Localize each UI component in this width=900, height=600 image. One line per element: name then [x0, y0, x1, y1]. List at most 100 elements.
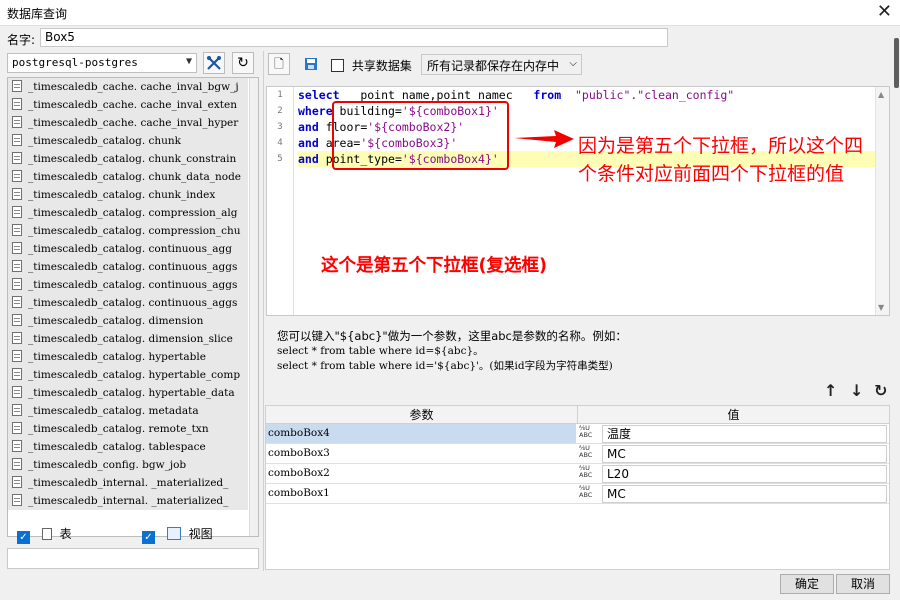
chevron-down-icon[interactable]: ⌵ [569, 58, 577, 69]
list-item[interactable]: _timescaledb_cache. cache_inval_bgw_j [8, 78, 248, 96]
table-icon [12, 296, 22, 308]
list-item[interactable]: _timescaledb_catalog. continuous_aggs [8, 258, 248, 276]
table-list[interactable]: _timescaledb_cache. cache_inval_bgw_j _ti… [7, 77, 259, 537]
param-value-input[interactable]: 温度 [602, 425, 887, 443]
scrollbar-thumb[interactable] [894, 38, 899, 88]
param-name[interactable]: comboBox3 [266, 444, 576, 463]
param-value-input[interactable]: L20 [602, 465, 887, 483]
list-item[interactable]: _timescaledb_catalog. chunk [8, 132, 248, 150]
table-name: _timescaledb_catalog. continuous_aggs [28, 261, 238, 273]
list-item[interactable]: _timescaledb_catalog. dimension [8, 312, 248, 330]
show-tables-checkbox[interactable]: ✓ [17, 531, 30, 544]
table-name: _timescaledb_catalog. continuous_aggs [28, 297, 238, 309]
line-number: 3 [277, 122, 283, 132]
list-item[interactable]: _timescaledb_catalog. hypertable_comp [8, 366, 248, 384]
list-item[interactable]: _timescaledb_internal. _materialized_ [8, 474, 248, 492]
list-item[interactable]: _timescaledb_catalog. continuous_aggs [8, 276, 248, 294]
param-value-input[interactable]: MC [602, 445, 887, 463]
table-list-scrollbar[interactable] [249, 78, 258, 536]
list-item[interactable]: _timescaledb_catalog. dimension_slice [8, 330, 248, 348]
param-name[interactable]: comboBox2 [266, 464, 576, 483]
table-name: _timescaledb_catalog. chunk_constrain [28, 153, 237, 165]
code-token: and [298, 136, 319, 150]
move-down-icon[interactable]: ↓ [850, 381, 863, 400]
table-name: _timescaledb_catalog. chunk_data_node [28, 171, 241, 183]
table-icon [12, 422, 22, 434]
chevron-down-icon[interactable]: ▼ [186, 56, 192, 67]
refresh-params-icon[interactable]: ↻ [874, 381, 887, 400]
table-icon [41, 528, 52, 540]
show-views-checkbox[interactable]: ✓ [142, 531, 155, 544]
line-number: 1 [277, 90, 283, 100]
window-scrollbar[interactable] [892, 26, 900, 600]
table-icon [12, 314, 22, 326]
connection-select[interactable]: postgresql-postgres ▼ [7, 53, 197, 73]
text-type-icon[interactable]: ⅍U ABC [579, 485, 599, 502]
table-row[interactable]: comboBox4 ⅍U ABC 温度 [266, 424, 889, 444]
list-item[interactable]: _timescaledb_cache. cache_inval_exten [8, 96, 248, 114]
table-name: _timescaledb_catalog. compression_chu [28, 225, 241, 237]
table-row[interactable]: comboBox3 ⅍U ABC MC [266, 444, 889, 464]
text-type-icon[interactable]: ⅍U ABC [579, 425, 599, 442]
text-type-icon[interactable]: ⅍U ABC [579, 445, 599, 462]
window-title: 数据库查询 [7, 7, 68, 21]
list-item[interactable]: _timescaledb_catalog. continuous_aggs [8, 294, 248, 312]
list-item[interactable]: _timescaledb_config. bgw_job [8, 456, 248, 474]
ok-button[interactable]: 确定 [780, 574, 834, 594]
list-item[interactable]: _timescaledb_catalog. chunk_index [8, 186, 248, 204]
panel-splitter[interactable] [263, 51, 264, 571]
table-name: _timescaledb_internal. _materialized_ [28, 477, 229, 489]
list-item[interactable]: _timescaledb_catalog. hypertable_data [8, 384, 248, 402]
code-token: "public"."clean_config" [574, 88, 735, 102]
share-dataset-option[interactable]: 共享数据集 [331, 57, 412, 74]
scroll-up-icon[interactable]: ▲ [878, 90, 884, 99]
table-icon [12, 116, 22, 128]
table-name: _timescaledb_catalog. chunk [28, 135, 182, 147]
list-item[interactable]: _timescaledb_catalog. compression_alg [8, 204, 248, 222]
param-value-input[interactable]: MC [602, 485, 887, 503]
refresh-button[interactable]: ↻ [232, 52, 254, 74]
list-item[interactable]: _timescaledb_catalog. chunk_constrain [8, 150, 248, 168]
code-token: from [533, 88, 562, 102]
list-item[interactable]: _timescaledb_catalog. metadata [8, 402, 248, 420]
table-icon [12, 476, 22, 488]
list-item[interactable]: _timescaledb_internal. _materialized_ [8, 492, 248, 510]
list-item[interactable]: _timescaledb_catalog. remote_txn [8, 420, 248, 438]
table-filter-input[interactable] [7, 548, 259, 569]
list-item[interactable]: _timescaledb_catalog. tablespace [8, 438, 248, 456]
cancel-button[interactable]: 取消 [836, 574, 890, 594]
show-views-option[interactable]: ✓ 视图 [142, 525, 213, 544]
editor-scrollbar[interactable]: ▲ ▼ [875, 87, 889, 315]
param-name[interactable]: comboBox1 [266, 484, 576, 503]
text-type-icon[interactable]: ⅍U ABC [579, 465, 599, 482]
connect-tools-button[interactable] [203, 52, 225, 74]
view-icon [166, 527, 181, 540]
close-icon[interactable]: ✕ [877, 1, 892, 23]
move-up-icon[interactable]: ↑ [824, 381, 837, 400]
table-name: _timescaledb_cache. cache_inval_hyper [28, 117, 239, 129]
table-row[interactable]: comboBox2 ⅍U ABC L20 [266, 464, 889, 484]
table-icon [12, 134, 22, 146]
list-item[interactable]: _timescaledb_catalog. hypertable [8, 348, 248, 366]
share-dataset-checkbox[interactable] [331, 59, 344, 72]
name-input[interactable]: Box5 [40, 28, 668, 47]
param-name[interactable]: comboBox4 [266, 424, 576, 443]
show-tables-option[interactable]: ✓ 表 [17, 525, 72, 544]
param-order-controls: ↑ ↓ ↻ [824, 381, 890, 400]
preview-button[interactable]: 🗋 [268, 53, 290, 75]
save-button[interactable] [300, 53, 322, 75]
list-item[interactable]: _timescaledb_catalog. chunk_data_node [8, 168, 248, 186]
table-name: _timescaledb_catalog. compression_alg [28, 207, 238, 219]
table-name: _timescaledb_catalog. metadata [28, 405, 199, 417]
code-token: where [298, 104, 333, 118]
storage-mode-value: 所有记录都保存在内存中 [427, 59, 560, 73]
list-item[interactable]: _timescaledb_catalog. continuous_agg [8, 240, 248, 258]
table-row[interactable]: comboBox1 ⅍U ABC MC [266, 484, 889, 504]
column-header-value[interactable]: 值 [578, 406, 889, 424]
storage-mode-select[interactable]: 所有记录都保存在内存中 ⌵ [421, 54, 582, 75]
scroll-down-icon[interactable]: ▼ [878, 303, 884, 312]
column-header-param[interactable]: 参数 [266, 406, 578, 424]
list-item[interactable]: _timescaledb_catalog. compression_chu [8, 222, 248, 240]
list-item[interactable]: _timescaledb_cache. cache_inval_hyper [8, 114, 248, 132]
table-icon [12, 170, 22, 182]
